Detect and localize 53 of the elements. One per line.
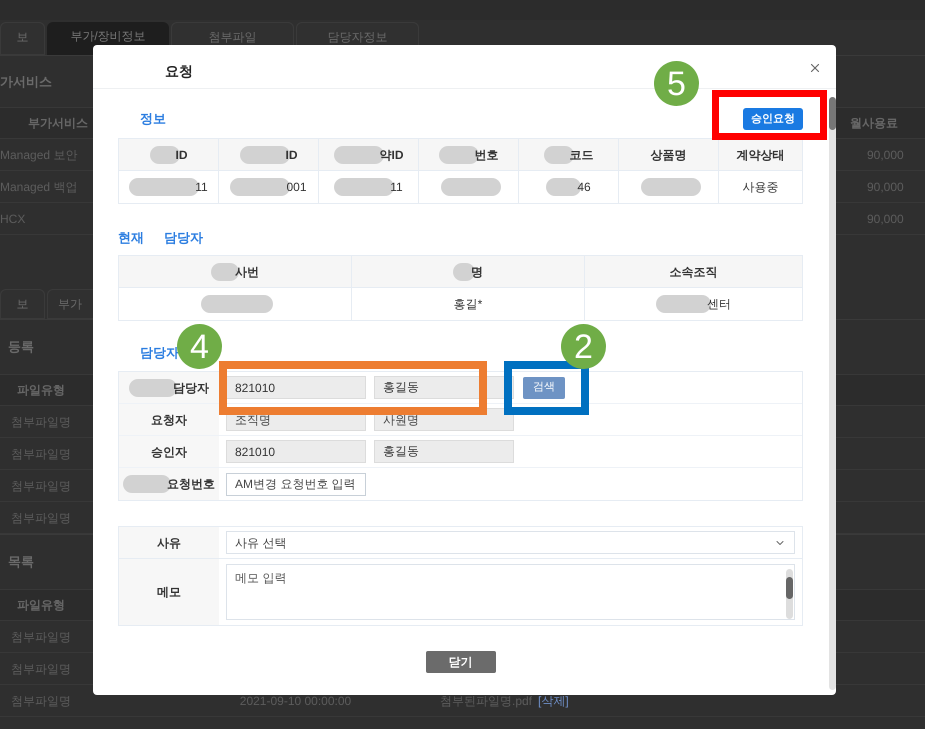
section-title: 목록 [8, 553, 34, 572]
column-header: 약ID [380, 146, 404, 164]
tab[interactable]: 보 [0, 289, 45, 319]
field-label: 승인자 [151, 444, 187, 460]
column-header: 소속조직 [670, 264, 718, 280]
dialog-title: 요청 [165, 62, 193, 81]
input-field[interactable]: 821010 [226, 440, 366, 463]
column-header: 부가서비스 [27, 115, 88, 132]
column-header: 계약상태 [736, 146, 784, 164]
column-header: 월사용료 [850, 115, 899, 132]
tab[interactable]: 보 [0, 22, 45, 55]
close-icon[interactable] [808, 61, 822, 75]
reason-select[interactable]: 사유 선택 [226, 531, 795, 554]
table-cell-text: 센터 [707, 296, 731, 313]
column-header: 파일유형 [16, 382, 66, 399]
callout-badge: 2 [561, 324, 606, 369]
table-cell-text: 홍길* [454, 296, 482, 313]
delete-link[interactable]: [삭제] [538, 692, 569, 710]
section-title: 담당자 [164, 229, 203, 248]
close-button[interactable]: 닫기 [426, 651, 496, 673]
search-button[interactable]: 검색 [523, 376, 565, 398]
column-header: 사번 [235, 264, 259, 280]
table-cell-text: 11 [390, 179, 403, 196]
table-cell-text: 사용중 [742, 179, 778, 196]
column-header: 상품명 [650, 146, 686, 164]
section-title: 가서비스 [0, 72, 52, 91]
callout-badge: 4 [177, 324, 222, 369]
section-title: 정보 [140, 110, 166, 128]
section-title: 현재 [118, 229, 144, 248]
input-field[interactable]: 821010 [226, 376, 366, 399]
field-label: 요청자 [151, 412, 187, 428]
input-field[interactable]: AM변경 요청번호 입력 [226, 472, 366, 496]
column-header: ID [176, 146, 188, 164]
field-label: 사유 [157, 534, 181, 552]
table-cell-text: 11 [195, 179, 208, 196]
table-cell-text: 46 [577, 179, 591, 196]
scrollbar[interactable] [829, 97, 836, 690]
memo-textarea[interactable]: 메모 입력 [226, 564, 795, 620]
field-label: 요청번호 [167, 476, 215, 493]
field-label: 담당자 [173, 380, 209, 396]
callout-badge: 5 [654, 61, 699, 106]
column-header: 코드 [570, 146, 594, 164]
section-title: 담당자 [140, 344, 179, 362]
column-header: 명 [471, 264, 483, 280]
column-header: ID [286, 146, 298, 164]
table-cell-text: 001 [286, 179, 307, 196]
scrollbar[interactable] [786, 569, 793, 619]
approval-request-button[interactable]: 승인요청 [743, 108, 803, 130]
column-header: 번호 [474, 146, 498, 164]
section-title: 등록 [8, 338, 34, 356]
input-field[interactable]: 홍길동 [374, 440, 514, 463]
field-label: 메모 [157, 584, 181, 601]
column-header: 파일유형 [16, 597, 66, 614]
